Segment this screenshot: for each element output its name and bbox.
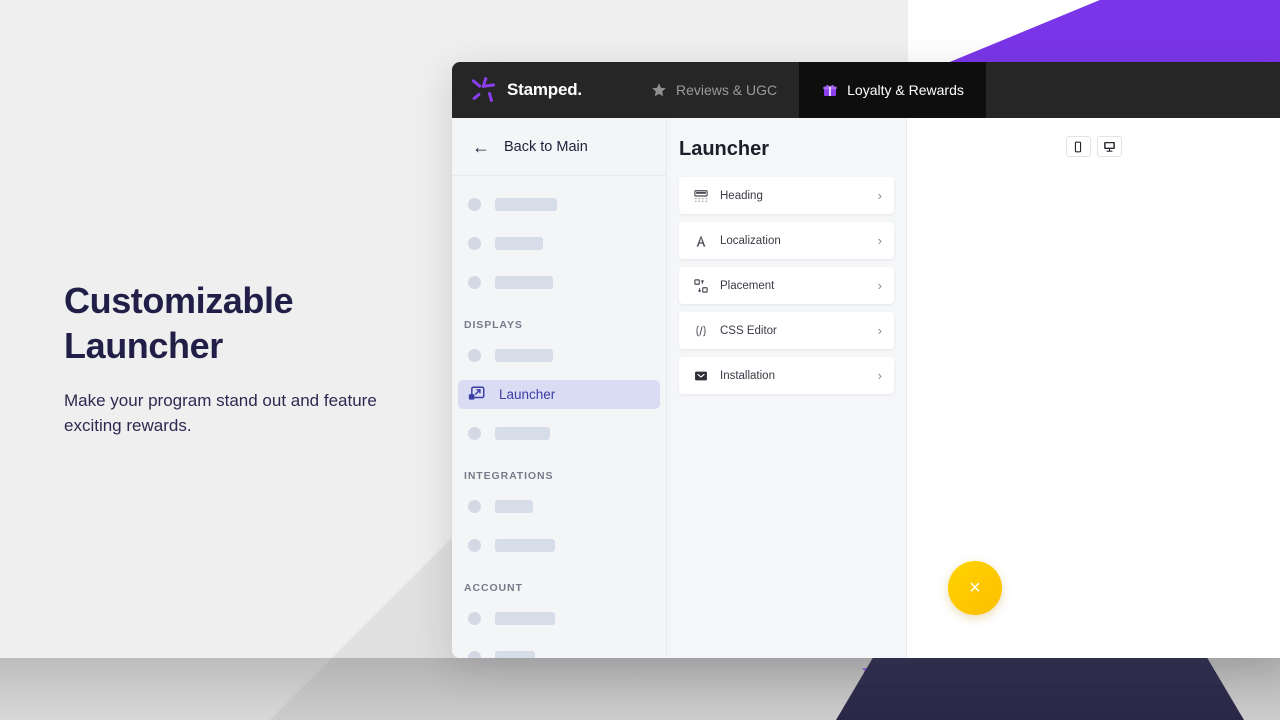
- gift-icon: [821, 82, 838, 99]
- sidebar-item-placeholder[interactable]: [458, 341, 660, 370]
- starburst-icon: [470, 76, 498, 104]
- sidebar-section-displays-title: DISPLAYS: [464, 319, 523, 331]
- launcher-fab-button[interactable]: ×: [948, 561, 1002, 615]
- layout-heading-icon: [693, 188, 708, 203]
- sidebar-item-placeholder[interactable]: [458, 604, 660, 633]
- placeholder-icon: [468, 349, 481, 362]
- chevron-right-icon: ›: [877, 368, 882, 383]
- sidebar-item-placeholder[interactable]: [458, 268, 660, 297]
- tab-reviews-ugc[interactable]: Reviews & UGC: [628, 62, 799, 118]
- marketing-copy: Customizable Launcher Make your program …: [64, 278, 424, 438]
- launcher-settings-panel: Launcher Heading › Localization › Placem…: [667, 118, 907, 658]
- settings-item-localization[interactable]: Localization ›: [679, 222, 894, 259]
- chevron-right-icon: ›: [877, 323, 882, 338]
- sidebar: ← Back to Main DISPLAYS Launcher INTEGRA…: [452, 118, 667, 658]
- font-letter-icon: [693, 233, 708, 248]
- settings-item-css-editor[interactable]: CSS Editor ›: [679, 312, 894, 349]
- tab-loyalty-rewards-label: Loyalty & Rewards: [847, 82, 964, 98]
- settings-item-heading[interactable]: Heading ›: [679, 177, 894, 214]
- page-root: Customizable Launcher Make your program …: [0, 0, 1280, 720]
- sidebar-item-placeholder[interactable]: [458, 190, 660, 219]
- chevron-right-icon: ›: [877, 233, 882, 248]
- install-box-icon: [693, 368, 708, 383]
- placeholder-icon: [468, 500, 481, 513]
- back-to-main-label: Back to Main: [504, 138, 588, 155]
- sidebar-group-top: [452, 190, 666, 297]
- launcher-icon: [468, 386, 485, 403]
- close-icon: ×: [969, 576, 981, 599]
- sidebar-item-launcher-label: Launcher: [499, 387, 556, 402]
- back-to-main-button[interactable]: ← Back to Main: [452, 118, 666, 176]
- desktop-icon: [1103, 141, 1115, 152]
- placeholder-icon: [468, 276, 481, 289]
- placeholder-label: [495, 276, 553, 289]
- placeholder-icon: [468, 612, 481, 625]
- placeholder-label: [495, 198, 557, 211]
- sidebar-item-launcher[interactable]: Launcher: [458, 380, 660, 409]
- marketing-subtext: Make your program stand out and feature …: [64, 391, 377, 435]
- mobile-view-button[interactable]: [1065, 136, 1091, 157]
- code-brackets-icon: [693, 323, 708, 338]
- brand-name: Stamped.: [507, 80, 582, 99]
- app-body: ← Back to Main DISPLAYS Launcher INTEGRA…: [452, 118, 1280, 658]
- headline-line-2: Launcher: [64, 325, 223, 366]
- tab-reviews-ugc-label: Reviews & UGC: [676, 82, 778, 98]
- chevron-right-icon: ›: [877, 278, 882, 293]
- headline-line-1: Customizable: [64, 280, 294, 321]
- placeholder-icon: [468, 539, 481, 552]
- device-toggle: [907, 118, 1280, 157]
- sidebar-item-placeholder[interactable]: [458, 229, 660, 258]
- sidebar-item-placeholder[interactable]: [458, 643, 660, 658]
- placeholder-label: [495, 237, 543, 250]
- placeholder-label: [495, 651, 535, 658]
- arrow-left-icon: ←: [472, 136, 490, 157]
- placeholder-label: [495, 612, 555, 625]
- sidebar-item-placeholder[interactable]: [458, 531, 660, 560]
- settings-item-localization-label: Localization: [720, 234, 781, 247]
- settings-item-placement[interactable]: Placement ›: [679, 267, 894, 304]
- star-icon: [650, 82, 667, 99]
- sidebar-item-placeholder[interactable]: [458, 492, 660, 521]
- placeholder-label: [495, 349, 553, 362]
- sidebar-section-account-title: ACCOUNT: [464, 582, 523, 594]
- brand[interactable]: Stamped.: [452, 62, 628, 118]
- settings-item-placement-label: Placement: [720, 279, 775, 292]
- settings-item-heading-label: Heading: [720, 189, 763, 202]
- tab-loyalty-rewards[interactable]: Loyalty & Rewards: [799, 62, 986, 118]
- chevron-right-icon: ›: [877, 188, 882, 203]
- settings-item-installation-label: Installation: [720, 369, 775, 382]
- placeholder-icon: [468, 237, 481, 250]
- decor-navy-trapezoid: [836, 658, 1244, 720]
- page-title: Customizable Launcher: [64, 278, 424, 368]
- sidebar-section-integrations-title: INTEGRATIONS: [464, 470, 554, 482]
- panel-title: Launcher: [679, 138, 770, 160]
- placeholder-icon: [468, 427, 481, 440]
- placeholder-label: [495, 500, 533, 513]
- settings-item-css-editor-label: CSS Editor: [720, 324, 777, 337]
- mobile-icon: [1074, 141, 1082, 152]
- sidebar-nav: DISPLAYS Launcher INTEGRATIONS ACCOUNT: [452, 176, 666, 658]
- app-header: Stamped. Reviews & UGC Loyalty & Rewards: [452, 62, 1280, 118]
- desktop-view-button[interactable]: [1096, 136, 1122, 157]
- settings-item-installation[interactable]: Installation ›: [679, 357, 894, 394]
- placement-grid-icon: [693, 278, 708, 293]
- placeholder-icon: [468, 651, 481, 658]
- placeholder-label: [495, 427, 550, 440]
- sidebar-item-placeholder[interactable]: [458, 419, 660, 448]
- placeholder-label: [495, 539, 555, 552]
- app-window: Stamped. Reviews & UGC Loyalty & Rewards…: [452, 62, 1280, 658]
- placeholder-icon: [468, 198, 481, 211]
